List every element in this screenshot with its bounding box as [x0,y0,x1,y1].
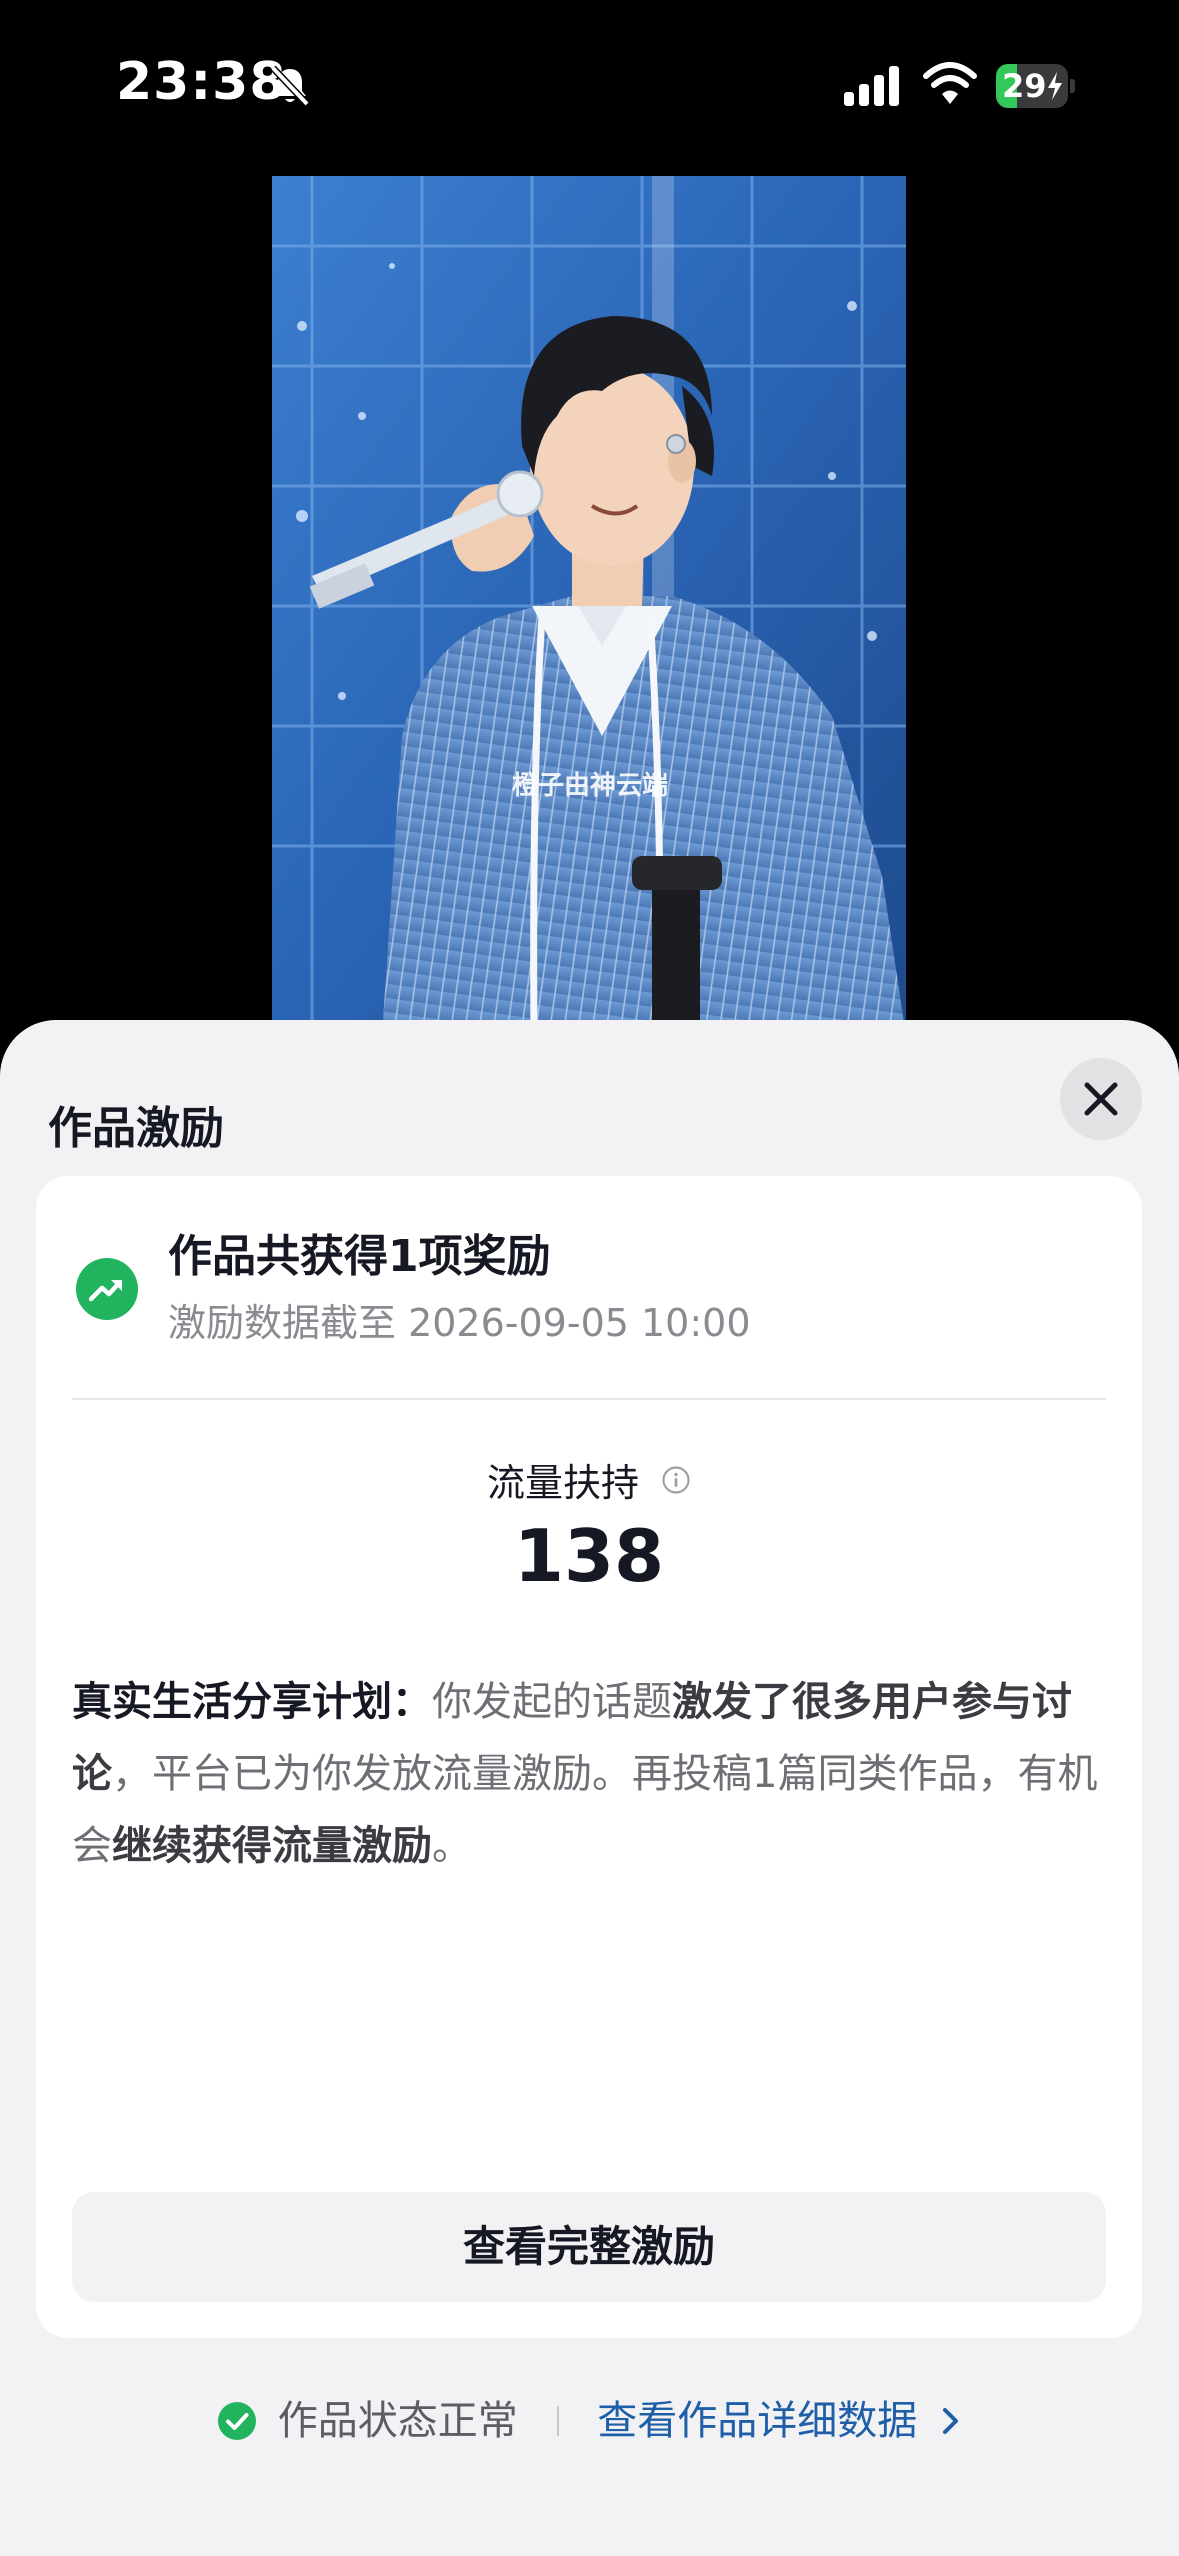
divider [72,1398,1106,1400]
battery-cap [1070,79,1075,93]
video-frame-image: 橙子由神云端 [272,176,906,1036]
trending-up-icon [76,1258,138,1320]
status-bar: 23:38 29 [0,0,1179,170]
traffic-support-value: 138 [513,1514,665,1598]
description-part-3: 。 [432,1823,472,1869]
work-status-text: 作品状态正常 [277,2398,518,2444]
battery-body: 29 [996,64,1068,108]
status-time: 23:38 [116,52,287,112]
battery-indicator: 29 [996,64,1076,108]
sheet-title: 作品激励 [48,1103,224,1154]
wifi-icon [923,62,977,104]
incentive-sheet: 作品激励 作品共获得1项奖励 激励数据截至 2026-09-05 10:00 流… [0,1020,1179,2556]
description-highlight-2: 继续获得流量激励 [112,1823,432,1869]
metric-label-text: 流量扶持 [486,1461,639,1505]
view-detail-data-link[interactable]: 查看作品详细数据 [597,2398,917,2444]
data-as-of-text: 激励数据截至 2026-09-05 10:00 [168,1301,751,1345]
close-icon [1084,1082,1118,1116]
footer-separator [556,2406,559,2436]
cellular-signal-icon [844,66,899,106]
bell-muted-icon [270,65,310,107]
description-part-1: 你发起的话题 [432,1679,672,1725]
footer-status-bar: 作品状态正常 查看作品详细数据 [0,2384,1179,2454]
incentive-description: 真实生活分享计划：你发起的话题激发了很多用户参与讨论，平台已为你发放流量激励。再… [72,1666,1112,1882]
reward-title: 作品共获得1项奖励 [168,1231,551,1282]
charging-bolt-icon [1048,72,1062,100]
video-player[interactable]: 橙子由神云端 [272,176,906,1036]
video-watermark: 橙子由神云端 [512,771,668,801]
incentive-card: 作品共获得1项奖励 激励数据截至 2026-09-05 10:00 流量扶持 1… [36,1176,1142,2338]
chevron-right-icon[interactable] [940,2405,962,2437]
plan-name: 真实生活分享计划： [72,1679,432,1725]
check-circle-icon [218,2402,257,2440]
close-button[interactable] [1060,1058,1142,1140]
traffic-support-label: 流量扶持 [36,1452,1142,1507]
info-icon[interactable] [661,1465,691,1495]
view-full-incentive-button[interactable]: 查看完整激励 [72,2192,1106,2302]
